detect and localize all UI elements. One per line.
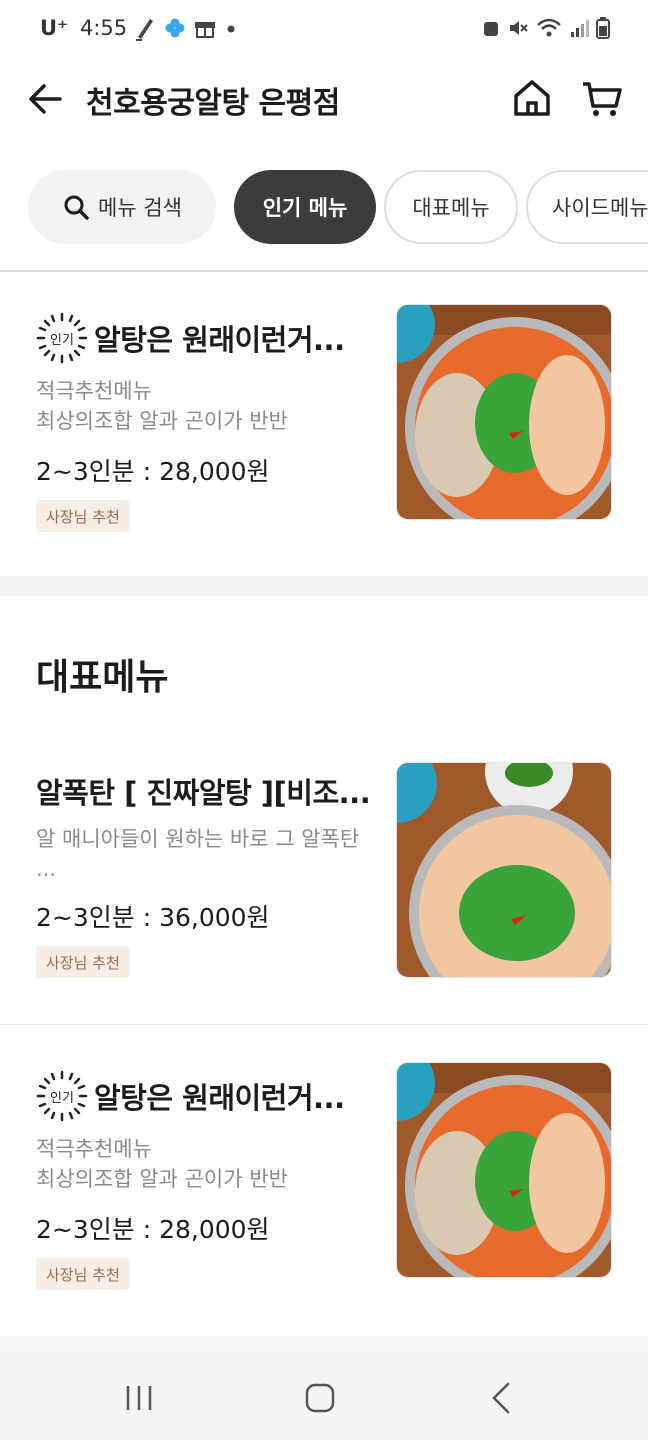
menu-item-representative-2[interactable]: 인기 알탕은 원래이런거... 적극추천메뉴 최상의조합 알과 곤이가 반반 2… (0, 1026, 648, 1336)
dot-icon (227, 25, 235, 33)
category-tabs: 메뉴 검색 인기 메뉴 대표메뉴 사이드메뉴 (0, 166, 648, 250)
popular-badge-icon: 인기 (36, 1070, 88, 1122)
clover-icon (165, 18, 185, 38)
gift-icon (195, 22, 215, 38)
popular-badge-label: 인기 (50, 1091, 74, 1106)
section-title-representative: 대표메뉴 (36, 657, 169, 698)
popular-badge-icon: 인기 (36, 312, 88, 364)
menu-item-desc: 적극추천메뉴 최상의조합 알과 곤이가 반반 (36, 379, 288, 433)
popular-badge-label: 인기 (50, 333, 74, 348)
section-gap (0, 576, 648, 596)
app-header: 천호용궁알탕 은평점 (0, 58, 648, 138)
menu-search-label: 메뉴 검색 (98, 196, 182, 220)
carrier-label: U⁺ (40, 16, 69, 40)
recent-apps-icon[interactable] (118, 1376, 162, 1420)
menu-item-representative-1[interactable]: 알폭탄 [ 진짜알탕 ][비조... 알 매니아들이 원하는 바로 그 알폭탄 … (0, 740, 648, 1024)
owner-recommend-badge: 사장님 추천 (36, 1258, 130, 1290)
signal-icon (571, 20, 589, 37)
menu-item-price: 2~3인분 : 36,000원 (36, 903, 270, 932)
status-bar: U⁺ 4:55 (0, 0, 648, 58)
owner-recommend-badge: 사장님 추천 (36, 946, 130, 978)
menu-item-title: 알탕은 원래이런거... (94, 323, 345, 357)
menu-item-title: 알탕은 원래이런거... (94, 1081, 345, 1115)
back-arrow-icon[interactable] (26, 80, 64, 118)
menu-item-desc: 적극추천메뉴 최상의조합 알과 곤이가 반반 (36, 1137, 288, 1191)
menu-item-image (396, 304, 612, 520)
alarm-icon (484, 22, 498, 36)
tab-side-menu[interactable]: 사이드메뉴 (526, 170, 648, 244)
battery-icon (596, 17, 610, 39)
pen-icon (136, 19, 153, 41)
system-icons (482, 16, 610, 40)
status-time: 4:55 (80, 16, 128, 40)
search-icon (64, 195, 89, 220)
menu-item-image (396, 762, 612, 978)
menu-item-price: 2~3인분 : 28,000원 (36, 1215, 270, 1244)
menu-item-price: 2~3인분 : 28,000원 (36, 457, 270, 486)
menu-item-popular[interactable]: 인기 알탕은 원래이런거... 적극추천메뉴 최상의조합 알과 곤이가 반반 2… (0, 272, 648, 576)
section-gap (0, 1336, 648, 1352)
menu-search-button[interactable]: 메뉴 검색 (28, 170, 216, 244)
menu-item-image (396, 1062, 612, 1278)
owner-recommend-badge: 사장님 추천 (36, 500, 130, 532)
tab-popular-menu[interactable]: 인기 메뉴 (234, 170, 376, 244)
notification-icons (134, 15, 238, 41)
tab-representative-menu[interactable]: 대표메뉴 (384, 170, 518, 244)
mute-icon (510, 21, 528, 35)
back-nav-icon[interactable] (480, 1376, 524, 1420)
item-divider (0, 1024, 648, 1025)
page-title: 천호용궁알탕 은평점 (86, 86, 340, 121)
home-nav-icon[interactable] (298, 1376, 342, 1420)
menu-item-desc: 알 매니아들이 원하는 바로 그 알폭탄 ... (36, 827, 360, 881)
cart-icon[interactable] (580, 76, 624, 120)
system-nav-bar (0, 1352, 648, 1440)
home-icon[interactable] (510, 76, 554, 120)
wifi-icon (537, 18, 561, 37)
menu-item-title: 알폭탄 [ 진짜알탕 ][비조... (36, 776, 371, 810)
